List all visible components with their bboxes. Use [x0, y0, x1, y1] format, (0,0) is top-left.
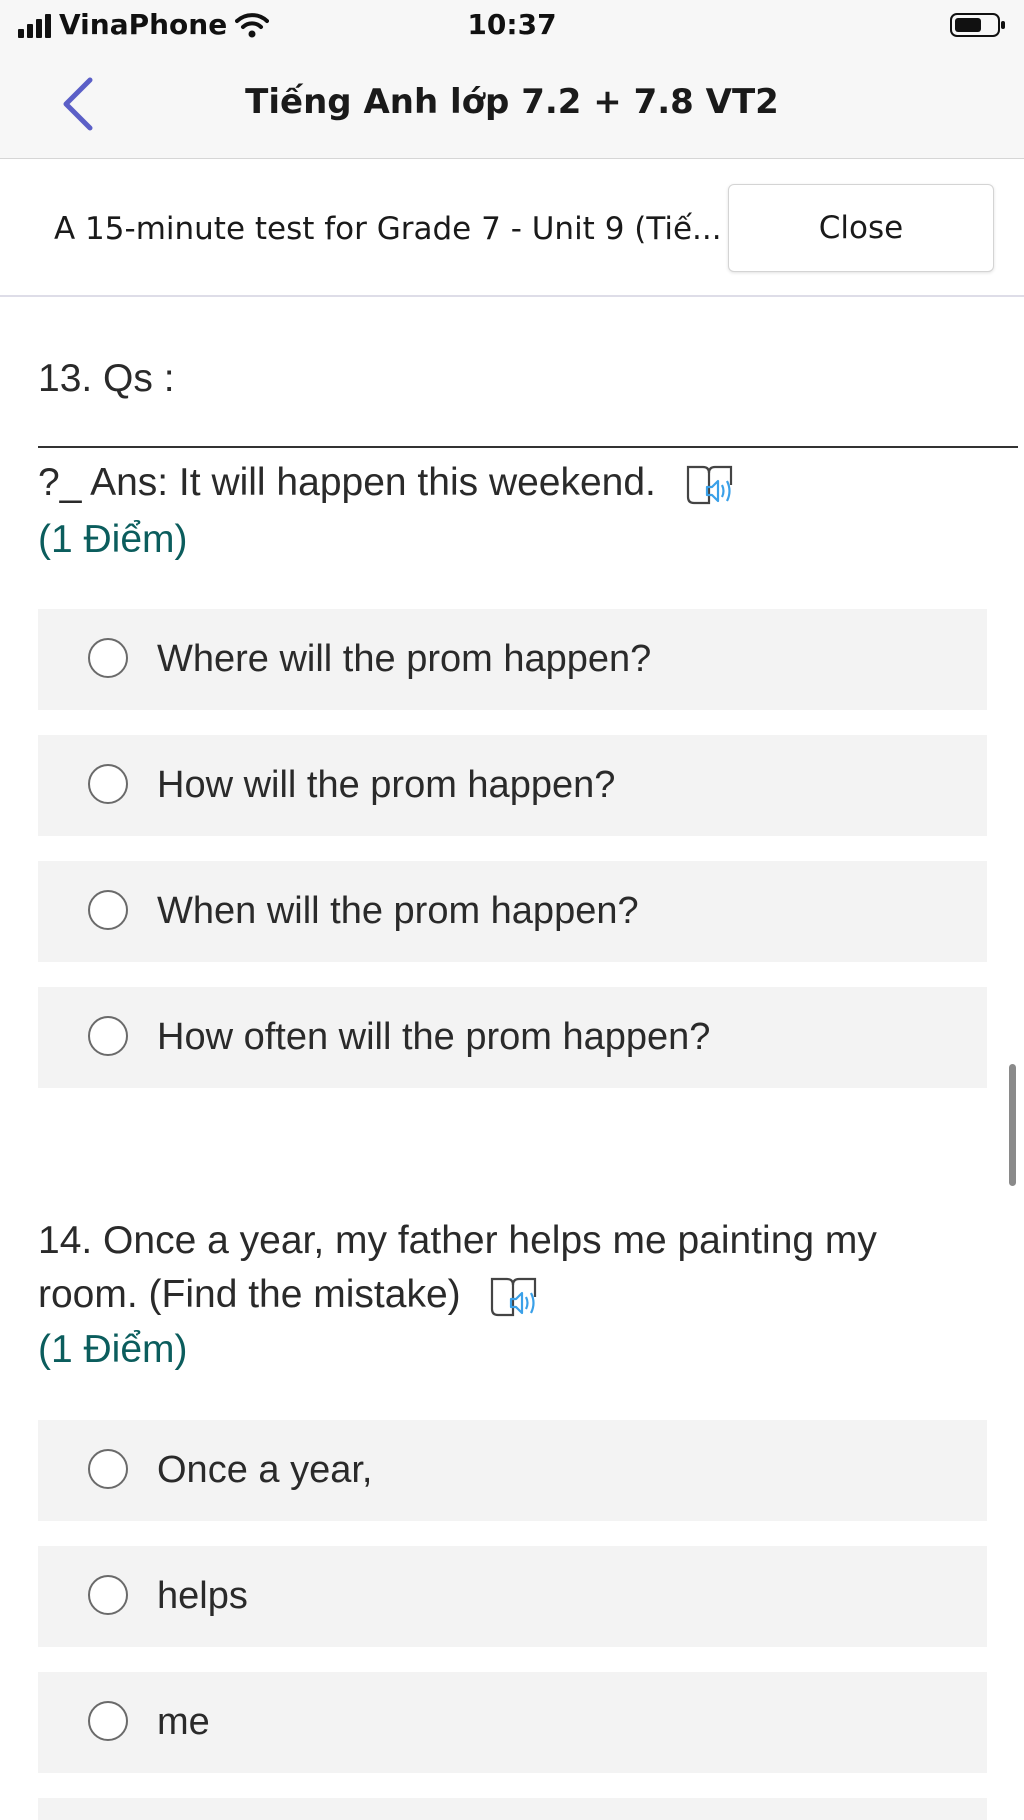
radio-button[interactable]: [88, 638, 128, 678]
nav-bar: Tiếng Anh lớp 7.2 + 7.8 VT2: [0, 52, 1024, 159]
scrollbar[interactable]: [1009, 1064, 1016, 1186]
status-time: 10:37: [467, 8, 557, 41]
radio-button[interactable]: [88, 1449, 128, 1489]
question-13-text: ?_ Ans: It will happen this weekend.: [38, 456, 737, 510]
option-label: Once a year,: [157, 1449, 373, 1491]
option-me[interactable]: me: [38, 1672, 987, 1773]
option-label: When will the prom happen?: [157, 890, 639, 932]
option-label: How will the prom happen?: [157, 764, 616, 806]
immersive-reader-icon[interactable]: [685, 463, 737, 507]
question-13-points: (1 Điểm): [38, 518, 188, 561]
close-button[interactable]: Close: [728, 184, 994, 272]
question-14-line1: 14. Once a year, my father helps me pain…: [38, 1219, 877, 1262]
radio-button[interactable]: [88, 1575, 128, 1615]
page-title: Tiếng Anh lớp 7.2 + 7.8 VT2: [245, 82, 779, 122]
immersive-reader-icon[interactable]: [489, 1275, 541, 1319]
status-bar: VinaPhone 10:37: [0, 0, 1024, 52]
radio-button[interactable]: [88, 890, 128, 930]
option-partial[interactable]: [38, 1798, 987, 1820]
answer-blank-line: [38, 446, 1018, 448]
option-helps[interactable]: helps: [38, 1546, 987, 1647]
option-where[interactable]: Where will the prom happen?: [38, 609, 987, 710]
option-label: me: [157, 1701, 210, 1743]
question-13-title: 13. Qs :: [38, 357, 175, 400]
radio-button[interactable]: [88, 1016, 128, 1056]
question-14-text: room. (Find the mistake): [38, 1273, 461, 1316]
form-header: A 15-minute test for Grade 7 - Unit 9 (T…: [0, 159, 1024, 297]
question-13-answer: ?_ Ans: It will happen this weekend.: [38, 461, 656, 504]
option-how[interactable]: How will the prom happen?: [38, 735, 987, 836]
battery-icon: [950, 13, 1005, 37]
option-once-a-year[interactable]: Once a year,: [38, 1420, 987, 1521]
question-14-points: (1 Điểm): [38, 1328, 188, 1371]
radio-button[interactable]: [88, 764, 128, 804]
form-title: A 15-minute test for Grade 7 - Unit 9 (T…: [54, 211, 722, 247]
option-how-often[interactable]: How often will the prom happen?: [38, 987, 987, 1088]
radio-button[interactable]: [88, 1701, 128, 1741]
option-when[interactable]: When will the prom happen?: [38, 861, 987, 962]
question-14-line2: room. (Find the mistake): [38, 1268, 541, 1322]
option-label: helps: [157, 1575, 248, 1617]
option-label: How often will the prom happen?: [157, 1016, 711, 1058]
option-label: Where will the prom happen?: [157, 638, 652, 680]
